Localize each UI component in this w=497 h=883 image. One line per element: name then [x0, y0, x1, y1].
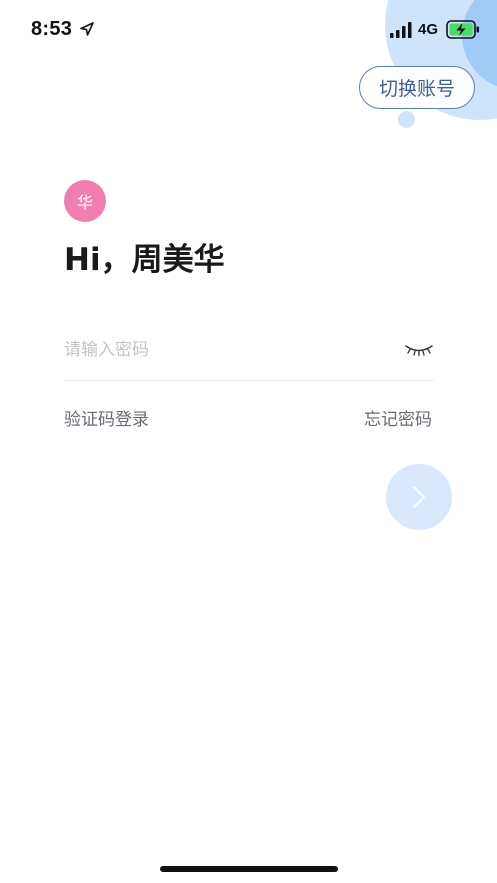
battery-charging-icon: [446, 20, 479, 39]
password-divider: [64, 380, 434, 381]
greeting-title: Hi，周美华: [64, 242, 225, 278]
location-arrow-icon: [80, 22, 94, 36]
password-input[interactable]: [64, 335, 404, 365]
network-type-label: 4G: [418, 21, 439, 38]
home-indicator: [160, 866, 338, 872]
sms-login-link[interactable]: 验证码登录: [64, 405, 149, 430]
decor-bubble-small: [398, 111, 415, 128]
eye-closed-icon[interactable]: [404, 343, 434, 357]
next-button[interactable]: [386, 464, 452, 530]
status-time: 8:53: [31, 18, 73, 40]
switch-account-button[interactable]: 切换账号: [359, 66, 475, 109]
signal-bars-icon: [390, 22, 412, 38]
avatar: 华: [64, 180, 106, 222]
chevron-right-icon: [413, 486, 425, 508]
login-screen: 8:53 4G 切换账号 华 Hi，周美华 验证码登录 忘记密码: [0, 0, 497, 883]
forgot-password-link[interactable]: 忘记密码: [364, 405, 432, 430]
